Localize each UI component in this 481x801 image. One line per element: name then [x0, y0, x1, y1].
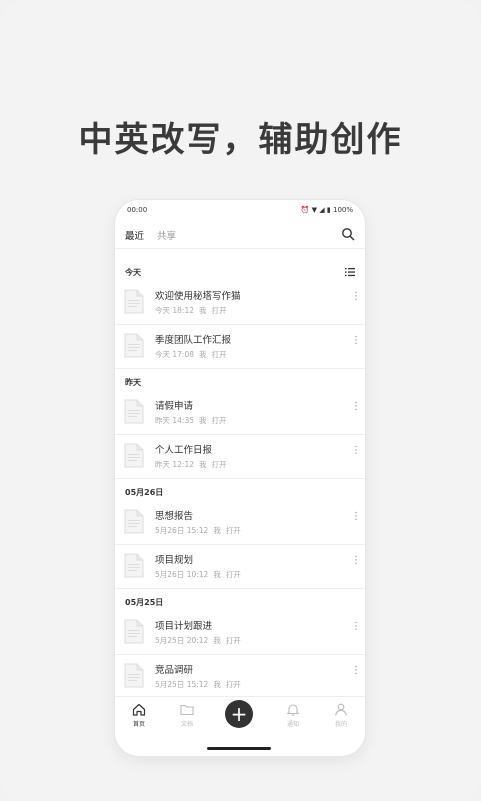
- document-icon: [124, 399, 144, 424]
- document-title: 思想报告: [155, 511, 194, 522]
- more-vertical-icon[interactable]: ⋮: [351, 622, 361, 637]
- more-vertical-icon[interactable]: ⋮: [351, 446, 361, 461]
- list-view-icon[interactable]: [345, 267, 355, 277]
- document-icon: [124, 443, 144, 468]
- phone-screen: 00:00 ⏰ ▼ ◢ ▮ 100% 最近 共享 今天 欢迎使用秘塔写作猫 今天…: [115, 200, 365, 756]
- alarm-icon: ⏰: [300, 206, 310, 214]
- document-icon: [124, 553, 144, 578]
- document-meta: 今天 18:12 我打开: [155, 306, 227, 315]
- document-meta: 昨天 14:35 我打开: [155, 416, 227, 425]
- document-meta: 5月25日 20:12 我打开: [155, 636, 241, 645]
- promo-card: 中英改写，辅助创作 00:00 ⏰ ▼ ◢ ▮ 100% 最近 共享 今天 欢迎…: [0, 0, 481, 801]
- document-title: 请假申请: [155, 401, 194, 412]
- nav-home-label: 首页: [132, 721, 145, 728]
- document-title: 欢迎使用秘塔写作猫: [155, 291, 241, 302]
- search-icon[interactable]: [341, 227, 355, 241]
- document-meta: 昨天 12:12 我打开: [155, 460, 227, 469]
- tab-recent[interactable]: 最近: [125, 228, 144, 242]
- document-icon: [124, 663, 144, 688]
- nav-files-label: 文档: [180, 721, 193, 728]
- battery-percent: 100%: [332, 206, 353, 214]
- section-header: 05月25日: [125, 598, 164, 607]
- document-title: 个人工作日报: [155, 445, 213, 456]
- top-bar: 最近 共享: [115, 222, 365, 249]
- status-bar: 00:00 ⏰ ▼ ◢ ▮ 100%: [115, 200, 365, 220]
- nav-files[interactable]: 文档: [167, 703, 207, 728]
- document-meta: 今天 17:08 我打开: [155, 350, 227, 359]
- home-indicator: [207, 747, 271, 750]
- document-row[interactable]: 个人工作日报 昨天 12:12 我打开 ⋮: [115, 434, 365, 479]
- document-row[interactable]: 思想报告 5月26日 15:12 我打开 ⋮: [115, 500, 365, 545]
- document-meta: 5月26日 15:12 我打开: [155, 526, 241, 535]
- status-time: 00:00: [127, 206, 148, 214]
- document-meta: 5月25日 15:12 我打开: [155, 680, 241, 689]
- document-icon: [124, 333, 144, 358]
- document-title: 项目规划: [155, 555, 194, 566]
- tab-shared[interactable]: 共享: [157, 228, 176, 242]
- document-title: 季度团队工作汇报: [155, 335, 232, 346]
- document-row[interactable]: 请假申请 昨天 14:35 我打开 ⋮: [115, 390, 365, 435]
- document-title: 竞品调研: [155, 665, 194, 676]
- nav-home[interactable]: 首页: [119, 703, 159, 728]
- promo-headline: 中英改写，辅助创作: [78, 120, 403, 160]
- wifi-icon: ▼: [311, 206, 318, 214]
- document-row[interactable]: 项目规划 5月26日 10:12 我打开 ⋮: [115, 544, 365, 589]
- section-header: 今天: [125, 268, 141, 277]
- document-row[interactable]: 项目计划跟进 5月25日 20:12 我打开 ⋮: [115, 610, 365, 655]
- home-icon: [132, 703, 146, 716]
- document-icon: [124, 509, 144, 534]
- document-icon: [124, 289, 144, 314]
- more-vertical-icon[interactable]: ⋮: [351, 512, 361, 527]
- document-title: 项目计划跟进: [155, 621, 213, 632]
- section-header: 05月26日: [125, 488, 164, 497]
- nav-me[interactable]: 我的: [321, 703, 361, 728]
- more-vertical-icon[interactable]: ⋮: [351, 336, 361, 351]
- nav-notifications[interactable]: 通知: [273, 703, 313, 728]
- status-right: ⏰ ▼ ◢ ▮ 100%: [301, 206, 353, 214]
- add-button[interactable]: +: [225, 700, 253, 728]
- more-vertical-icon[interactable]: ⋮: [351, 402, 361, 417]
- more-vertical-icon[interactable]: ⋮: [351, 666, 361, 681]
- add-icon: +: [230, 702, 248, 726]
- document-icon: [124, 619, 144, 644]
- signal-icon: ◢: [319, 206, 325, 214]
- user-icon: [335, 703, 347, 716]
- document-row[interactable]: 竞品调研 5月25日 15:12 我打开 ⋮: [115, 654, 365, 699]
- more-vertical-icon[interactable]: ⋮: [351, 292, 361, 307]
- more-vertical-icon[interactable]: ⋮: [351, 556, 361, 571]
- bell-icon: [286, 704, 300, 716]
- bottom-navigation: 首页 文档 + 通知 我的: [115, 696, 365, 737]
- document-row[interactable]: 欢迎使用秘塔写作猫 今天 18:12 我打开 ⋮: [115, 280, 365, 325]
- section-header: 昨天: [125, 378, 141, 387]
- nav-me-label: 我的: [334, 721, 347, 728]
- document-meta: 5月26日 10:12 我打开: [155, 570, 241, 579]
- document-row[interactable]: 季度团队工作汇报 今天 17:08 我打开 ⋮: [115, 324, 365, 369]
- folder-icon: [180, 704, 194, 716]
- nav-notifications-label: 通知: [286, 721, 299, 728]
- battery-icon: ▮: [326, 206, 331, 214]
